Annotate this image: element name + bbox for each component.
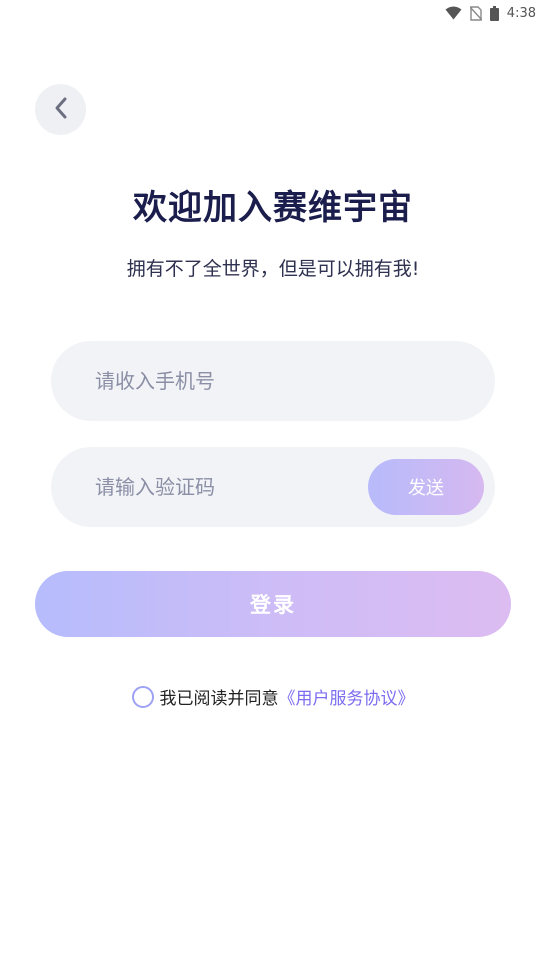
status-time: 4:38 [506,5,536,21]
status-bar: 4:38 [445,0,546,26]
no-sim-icon [469,5,482,21]
phone-input[interactable] [95,369,355,393]
phone-field-container [51,341,495,421]
login-button[interactable]: 登录 [35,571,511,637]
chevron-left-icon [53,96,69,124]
login-screen: 4:38 欢迎加入赛维宇宙 拥有不了全世界，但是可以拥有我! 发送 登录 我已阅… [0,0,546,974]
agreement-row: 我已阅读并同意 《用户服务协议》 [0,684,546,709]
send-code-button[interactable]: 发送 [368,459,484,515]
page-subtitle: 拥有不了全世界，但是可以拥有我! [126,258,420,280]
agreement-text: 我已阅读并同意 [159,689,279,709]
code-field-container: 发送 [51,447,495,527]
page-title: 欢迎加入赛维宇宙 [133,188,413,228]
back-button[interactable] [35,84,86,135]
user-agreement-link[interactable]: 《用户服务协议》 [279,684,415,709]
battery-icon [489,5,499,21]
verification-code-input[interactable] [95,475,355,499]
agreement-checkbox[interactable] [131,685,154,708]
wifi-icon [445,6,462,20]
